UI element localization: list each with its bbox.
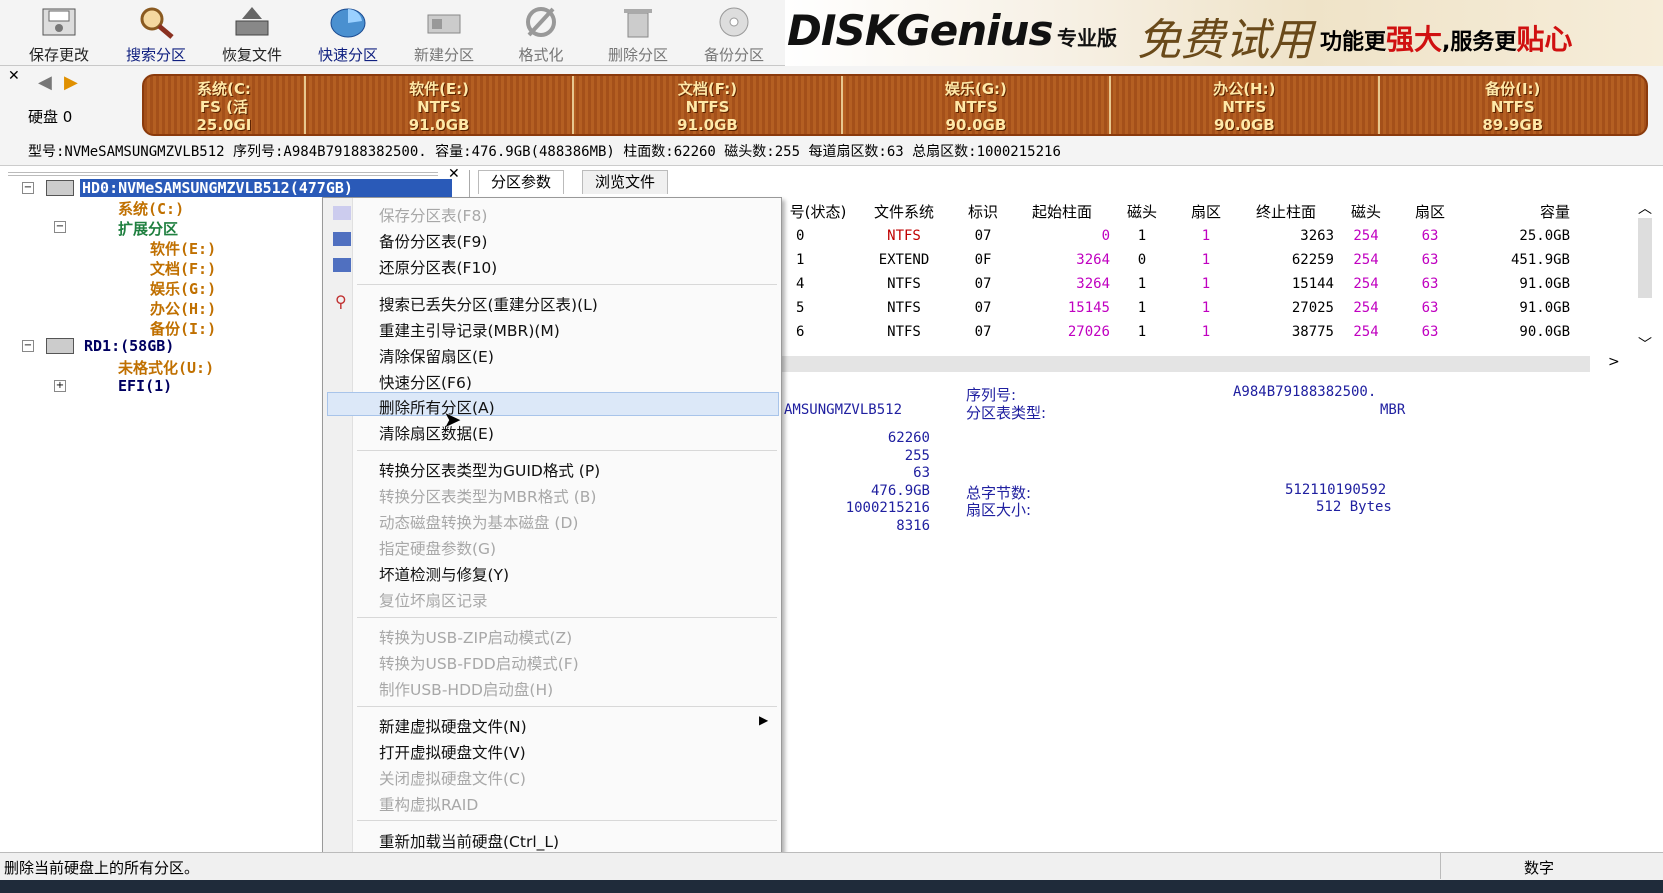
magnifier-icon <box>134 4 178 40</box>
menu-item-delete-all[interactable]: 删除所有分区(A) <box>379 396 495 418</box>
backup-table-icon <box>333 232 351 246</box>
tab-partition-params[interactable]: 分区参数 <box>478 170 565 194</box>
menu-item-disk-params[interactable]: 指定硬盘参数(G) <box>379 537 496 559</box>
tree-item-f[interactable]: 文档(F:) <box>150 258 216 279</box>
disk-info-line: 型号:NVMeSAMSUNGMZVLB512 序列号:A984B79188382… <box>0 140 1663 166</box>
menu-item-rebuild-raid[interactable]: 重构虚拟RAID <box>379 793 478 815</box>
menu-item-clear-reserved[interactable]: 清除保留扇区(E) <box>379 345 494 367</box>
save-table-icon <box>333 206 351 220</box>
menu-item-open-vdisk[interactable]: 打开虚拟硬盘文件(V) <box>379 741 526 763</box>
table-row[interactable]: 6 NTFS 07 27026 1 1 38775 254 63 90.0GB <box>780 320 1570 344</box>
tree-item-i[interactable]: 备份(I:) <box>150 318 216 339</box>
partition-segment-bar[interactable]: 系统(C: FS (活 25.0GI 软件(E:) NTFS 91.0GB 文档(F:)… <box>142 74 1648 136</box>
quick-partition-button[interactable]: 快速分区 <box>302 2 394 64</box>
scroll-down-icon[interactable]: ﹀ <box>1638 334 1652 354</box>
table-row[interactable]: 4 NTFS 07 3264 1 1 15144 254 63 91.0GB <box>780 272 1570 296</box>
menu-item-quick-partition[interactable]: 快速分区(F6) <box>379 371 472 393</box>
hdd-icon <box>46 338 74 354</box>
segment-f[interactable]: 文档(F:) NTFS 91.0GB <box>574 76 843 134</box>
tree-item-rd1[interactable]: RD1:(58GB) <box>84 337 174 355</box>
partition-table: 号(状态) 文件系统 标识 起始柱面 磁头 扇区 终止柱面 磁头 扇区 容量 0… <box>780 198 1570 344</box>
submenu-arrow-icon: ▶ <box>759 713 769 727</box>
tab-browse-files[interactable]: 浏览文件 <box>582 170 669 194</box>
menu-item-rebuild-mbr[interactable]: 重建主引导记录(MBR)(M) <box>379 319 560 341</box>
menu-item-clear-sectors[interactable]: 清除扇区数据(E) <box>379 422 494 444</box>
tree-item-hd0[interactable]: HD0:NVMeSAMSUNGMZVLB512(477GB) <box>80 179 452 197</box>
recover-disk-icon <box>230 4 274 40</box>
banner-slogan: 功能更强大,服务更贴心 <box>1320 23 1573 56</box>
menu-item-dynamic-to-basic[interactable]: 动态磁盘转换为基本磁盘 (D) <box>379 511 578 533</box>
table-row[interactable]: 0 NTFS 07 0 1 1 3263 254 63 25.0GB <box>780 224 1570 248</box>
menu-item-convert-mbr[interactable]: 转换分区表类型为MBR格式 (B) <box>379 485 596 507</box>
segment-h[interactable]: 办公(H:) NTFS 90.0GB <box>1111 76 1380 134</box>
tree-item-h[interactable]: 办公(H:) <box>150 298 216 319</box>
search-lost-icon: ⚲ <box>335 292 347 311</box>
horizontal-scrollbar[interactable] <box>780 356 1590 372</box>
collapse-icon[interactable]: − <box>54 221 66 233</box>
segment-i[interactable]: 备份(I:) NTFS 89.9GB <box>1380 76 1646 134</box>
menu-item-reset-bad-sectors[interactable]: 复位坏扇区记录 <box>379 589 488 611</box>
status-mode: 数字 <box>1524 859 1555 877</box>
tree-item-efi[interactable]: EFI(1) <box>118 377 172 395</box>
menu-item-usb-zip[interactable]: 转换为USB-ZIP启动模式(Z) <box>379 626 572 648</box>
restore-table-icon <box>333 258 351 272</box>
save-icon <box>37 4 81 40</box>
context-menu: ⚲ 保存分区表(F8) 备份分区表(F9) 还原分区表(F10) 搜索已丢失分区… <box>322 197 782 887</box>
format-button[interactable]: 格式化 <box>496 2 586 64</box>
forward-arrow-icon[interactable]: ▶ <box>64 72 78 93</box>
table-row[interactable]: 1 EXTEND 0F 3264 0 1 62259 254 63 451.9G… <box>780 248 1570 272</box>
collapse-icon[interactable]: − <box>22 182 34 194</box>
vertical-scrollbar[interactable] <box>1638 218 1652 298</box>
backup-partition-button[interactable]: 备份分区 <box>688 2 780 64</box>
menu-item-backup-table[interactable]: 备份分区表(F9) <box>379 230 487 252</box>
menu-item-convert-guid[interactable]: 转换分区表类型为GUID格式 (P) <box>379 459 600 481</box>
search-partition-button[interactable]: 搜索分区 <box>110 2 202 64</box>
tree-item-u[interactable]: 未格式化(U:) <box>118 357 214 378</box>
new-partition-icon <box>422 4 466 40</box>
segment-e[interactable]: 软件(E:) NTFS 91.0GB <box>306 76 575 134</box>
tree-item-e[interactable]: 软件(E:) <box>150 238 216 259</box>
expand-icon[interactable]: + <box>54 380 66 392</box>
scroll-right-icon[interactable]: > <box>1608 354 1620 370</box>
toolbar: 保存更改 搜索分区 恢复文件 快速分区 新建分区 格式化 删除分区 备份分区 D… <box>0 0 1663 66</box>
menu-item-search-lost[interactable]: 搜索已丢失分区(重建分区表)(L) <box>379 293 598 315</box>
backup-disc-icon <box>712 4 756 40</box>
trash-icon <box>616 4 660 40</box>
tree-item-extended[interactable]: 扩展分区 <box>118 218 178 239</box>
diskgenius-banner: DISKGenius 专业版 免费试用 功能更强大,服务更贴心 <box>785 0 1663 66</box>
hdd-icon <box>46 180 74 196</box>
back-arrow-icon[interactable]: ◀ <box>38 72 52 93</box>
close-icon[interactable]: ✕ <box>8 68 20 84</box>
menu-item-new-vdisk[interactable]: 新建虚拟硬盘文件(N) <box>379 715 527 737</box>
table-row[interactable]: 5 NTFS 07 15145 1 1 27025 254 63 91.0GB <box>780 296 1570 320</box>
collapse-icon[interactable]: − <box>22 340 34 352</box>
taskbar-strip <box>0 880 1663 893</box>
tree-item-c[interactable]: 系统(C:) <box>118 198 184 219</box>
delete-partition-button[interactable]: 删除分区 <box>592 2 684 64</box>
recover-files-button[interactable]: 恢复文件 <box>206 2 298 64</box>
save-changes-button[interactable]: 保存更改 <box>14 2 104 64</box>
diskgenius-logo: DISKGenius <box>787 6 1053 55</box>
quick-partition-icon <box>326 4 370 40</box>
scroll-up-icon[interactable]: ︿ <box>1638 198 1652 218</box>
table-header: 号(状态) 文件系统 标识 起始柱面 磁头 扇区 终止柱面 磁头 扇区 容量 <box>789 202 1570 221</box>
menu-item-usb-fdd[interactable]: 转换为USB-FDD启动模式(F) <box>379 652 579 674</box>
segment-g[interactable]: 娱乐(G:) NTFS 90.0GB <box>843 76 1112 134</box>
menu-item-usb-hdd[interactable]: 制作USB-HDD启动盘(H) <box>379 678 553 700</box>
mouse-cursor-icon: ➤ <box>443 408 462 433</box>
status-text: 删除当前硬盘上的所有分区。 <box>4 859 200 877</box>
tree-item-g[interactable]: 娱乐(G:) <box>150 278 216 299</box>
menu-item-bad-sector-check[interactable]: 坏道检测与修复(Y) <box>379 563 509 585</box>
segment-c[interactable]: 系统(C: FS (活 25.0GI <box>144 76 306 134</box>
menu-item-save-table[interactable]: 保存分区表(F8) <box>379 204 487 226</box>
format-icon <box>519 4 563 40</box>
menu-item-restore-table[interactable]: 还原分区表(F10) <box>379 256 497 278</box>
menu-item-reload-disk[interactable]: 重新加载当前硬盘(Ctrl_L) <box>379 830 559 852</box>
disk-label: 硬盘 0 <box>28 108 73 126</box>
menu-item-close-vdisk[interactable]: 关闭虚拟硬盘文件(C) <box>379 767 526 789</box>
new-partition-button[interactable]: 新建分区 <box>398 2 490 64</box>
status-bar: 删除当前硬盘上的所有分区。 数字 <box>0 852 1663 880</box>
